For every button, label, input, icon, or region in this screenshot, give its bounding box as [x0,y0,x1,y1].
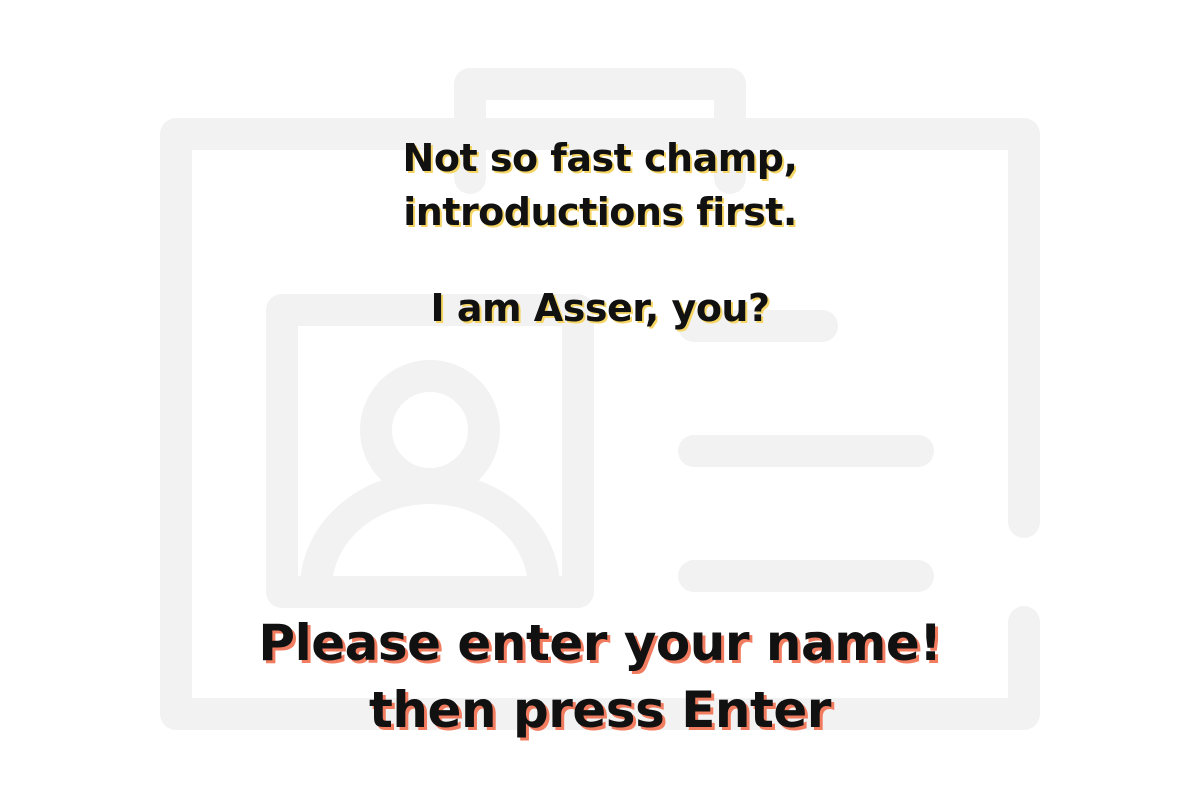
avatar-head-icon [360,360,500,500]
enter-instruction: then press Enter [369,681,831,739]
intro-question: I am Asser, you? [430,286,770,330]
name-prompt: Please enter your name! [258,614,942,672]
intro-line-1: Not so fast champ, [402,136,798,180]
avatar-shoulders-icon [300,472,560,604]
name-entry-screen: Not so fast champ, introductions first. … [0,0,1200,800]
intro-line-2: introductions first. [403,190,797,234]
